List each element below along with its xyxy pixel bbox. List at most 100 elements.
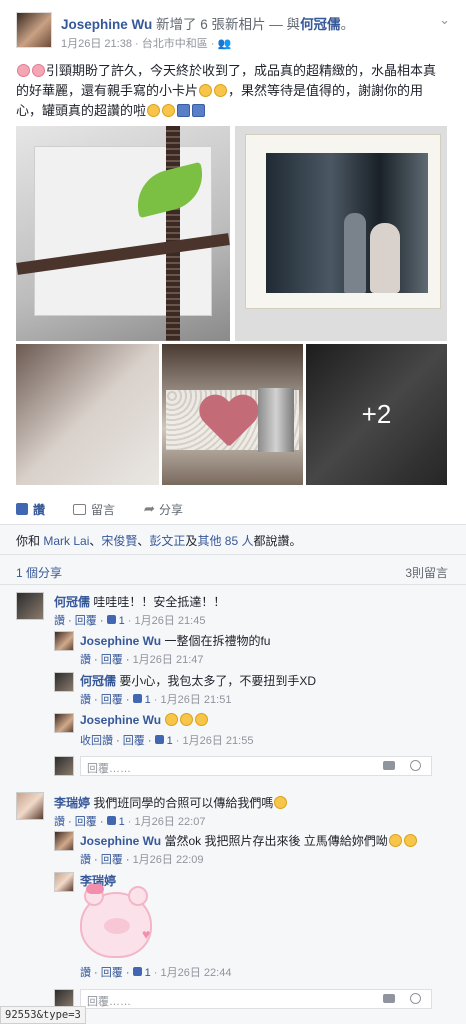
comment-meta: 收回讚 · 回覆 · 1 · 1月26日 21:55 <box>80 735 254 747</box>
thumbs-up-emoji-icon <box>177 104 191 117</box>
emoji-icon[interactable] <box>410 993 421 1004</box>
commenter-name[interactable]: 何冠儒 <box>80 674 116 688</box>
comment: Josephine Wu <box>80 713 209 727</box>
more-photos-overlay[interactable]: +2 <box>306 344 447 485</box>
liker-link[interactable]: Mark Lai <box>43 534 89 548</box>
commenter-name[interactable]: 何冠儒 <box>54 595 90 609</box>
current-user-avatar <box>54 756 74 776</box>
heart-icon: ♥ <box>142 926 151 942</box>
comment: 何冠儒 哇哇哇！！安全抵達！！ <box>54 593 225 610</box>
post-header: Josephine Wu 新增了 6 張新相片 — 與何冠儒。 1月26日 21… <box>16 12 450 56</box>
post-meta: 1月26日 21:38 · 台北市中和區 · 👥 <box>61 35 231 51</box>
likes-summary: 你和 Mark Lai、宋俊賢、彭文正及其他 85 人都說讚。 <box>16 534 302 548</box>
heart-emoji-icon <box>17 64 30 77</box>
emoji-icon[interactable] <box>410 760 421 771</box>
like-button[interactable]: 讚 <box>16 498 45 520</box>
divider <box>0 584 466 585</box>
comment-meta: 讚 · 回覆 · 1 · 1月26日 22:07 <box>54 816 206 828</box>
shares-link[interactable]: 1 個分享 <box>16 564 62 581</box>
comment-text: 要小心，我包太多了，不要扭到手XD <box>119 674 317 688</box>
photo-wedding-frame[interactable] <box>235 126 447 341</box>
unamused-emoji-icon <box>165 713 179 726</box>
share-icon: ➦ <box>143 501 154 516</box>
commenter-name[interactable]: 李瑞婷 <box>54 796 90 810</box>
facebook-post: Josephine Wu 新增了 6 張新相片 — 與何冠儒。 1月26日 21… <box>0 0 466 1024</box>
reply-input[interactable]: 回覆…… <box>80 989 432 1009</box>
thumbs-up-icon <box>106 816 116 825</box>
smile-emoji-icon <box>147 104 161 117</box>
comment-count[interactable]: 3則留言 <box>405 564 448 581</box>
post-action: 新增了 6 張新相片 <box>156 17 266 32</box>
comment-meta: 讚 · 回覆 · 1月26日 21:47 <box>80 654 204 666</box>
grin-emoji-icon <box>403 834 417 847</box>
comment-icon <box>73 503 87 515</box>
photo-frame <box>245 134 441 309</box>
post-location[interactable]: · 台北市中和區 · <box>135 38 214 50</box>
others-link[interactable]: 其他 85 人 <box>197 534 253 548</box>
commenter-avatar[interactable] <box>54 631 74 651</box>
privacy-icon[interactable]: 👥 <box>218 38 232 50</box>
unamused-emoji-icon <box>195 713 209 726</box>
comment-meta: 讚 · 回覆 · 1 · 1月26日 21:45 <box>54 615 206 627</box>
comment-meta: 讚 · 回覆 · 1月26日 22:09 <box>80 854 204 866</box>
thumbs-up-icon <box>154 735 164 744</box>
chevron-down-icon[interactable]: ⌄ <box>439 12 450 28</box>
comment-button[interactable]: 留言 <box>73 498 115 520</box>
heart-ornament <box>198 396 258 450</box>
commenter-name[interactable]: Josephine Wu <box>80 634 161 648</box>
photo-more[interactable]: +2 <box>306 344 447 485</box>
post-with-sep: — 與 <box>265 17 301 32</box>
post-actions: 讚 留言 ➦ 分享 <box>16 498 183 520</box>
author-avatar[interactable] <box>16 12 52 48</box>
commenter-name[interactable]: Josephine Wu <box>80 834 161 848</box>
commenter-avatar[interactable] <box>54 713 74 733</box>
comment-text: 當然ok 我把照片存出來後 立馬傳給妳們呦 <box>164 834 388 848</box>
groom-figure <box>344 213 366 293</box>
commenter-avatar[interactable] <box>54 831 74 851</box>
comment-text: 哇哇哇！！安全抵達！！ <box>93 595 226 609</box>
photo-jar-usb[interactable] <box>162 344 303 485</box>
comment: Josephine Wu 當然ok 我把照片存出來後 立馬傳給妳們呦 <box>80 832 418 849</box>
usb-drive <box>258 388 294 452</box>
comment-meta: 讚 · 回覆 · 1 · 1月26日 22:44 <box>80 967 232 979</box>
liker-link[interactable]: 彭文正 <box>149 534 185 548</box>
smile-emoji-icon <box>162 104 176 117</box>
commenter-avatar[interactable] <box>16 592 44 620</box>
comment: 何冠儒 要小心，我包太多了，不要扭到手XD <box>80 672 316 689</box>
camera-icon[interactable] <box>383 994 395 1003</box>
camera-icon[interactable] <box>383 761 395 770</box>
heart-emoji-icon <box>32 64 45 77</box>
thumbs-up-icon <box>16 503 28 515</box>
tagged-name[interactable]: 何冠儒 <box>300 17 341 32</box>
commenter-name[interactable]: Josephine Wu <box>80 713 161 727</box>
ribbon <box>166 126 180 341</box>
smile-emoji-icon <box>274 796 288 809</box>
bear-sticker: ♥ <box>80 884 152 958</box>
post-text: 引頸期盼了許久，今天終於收到了，成品真的超精緻的，水晶相本真的好華麗，還有親手寫… <box>16 61 446 121</box>
commenter-avatar[interactable] <box>16 792 44 820</box>
commenter-avatar[interactable] <box>54 872 74 892</box>
author-name[interactable]: Josephine Wu <box>61 17 152 32</box>
bride-figure <box>370 223 400 293</box>
comment-text: 一整個在拆禮物的fu <box>164 634 271 648</box>
thumbs-up-icon <box>132 694 142 703</box>
thumbs-up-icon <box>132 967 142 976</box>
photo-album-set[interactable] <box>16 344 159 485</box>
comment-text: 我們班同學的合照可以傳給我們嗎 <box>93 796 274 810</box>
blush-emoji-icon <box>199 84 213 97</box>
photo-gift-box[interactable] <box>16 126 230 341</box>
post-with-end: 。 <box>340 17 355 32</box>
thumbs-up-icon <box>106 615 116 624</box>
grin-emoji-icon <box>388 834 402 847</box>
wedding-photo <box>266 153 428 293</box>
reply-input[interactable]: 回覆…… <box>80 756 432 776</box>
thumbs-up-emoji-icon <box>192 104 206 117</box>
commenter-avatar[interactable] <box>54 672 74 692</box>
post-timestamp[interactable]: 1月26日 21:38 <box>61 38 132 50</box>
liker-link[interactable]: 宋俊賢 <box>101 534 137 548</box>
status-url-bar: 92553&type=3 <box>0 1006 86 1024</box>
divider <box>0 554 466 555</box>
unamused-emoji-icon <box>180 713 194 726</box>
share-button[interactable]: ➦ 分享 <box>143 498 183 520</box>
comment-meta: 讚 · 回覆 · 1 · 1月26日 21:51 <box>80 694 232 706</box>
